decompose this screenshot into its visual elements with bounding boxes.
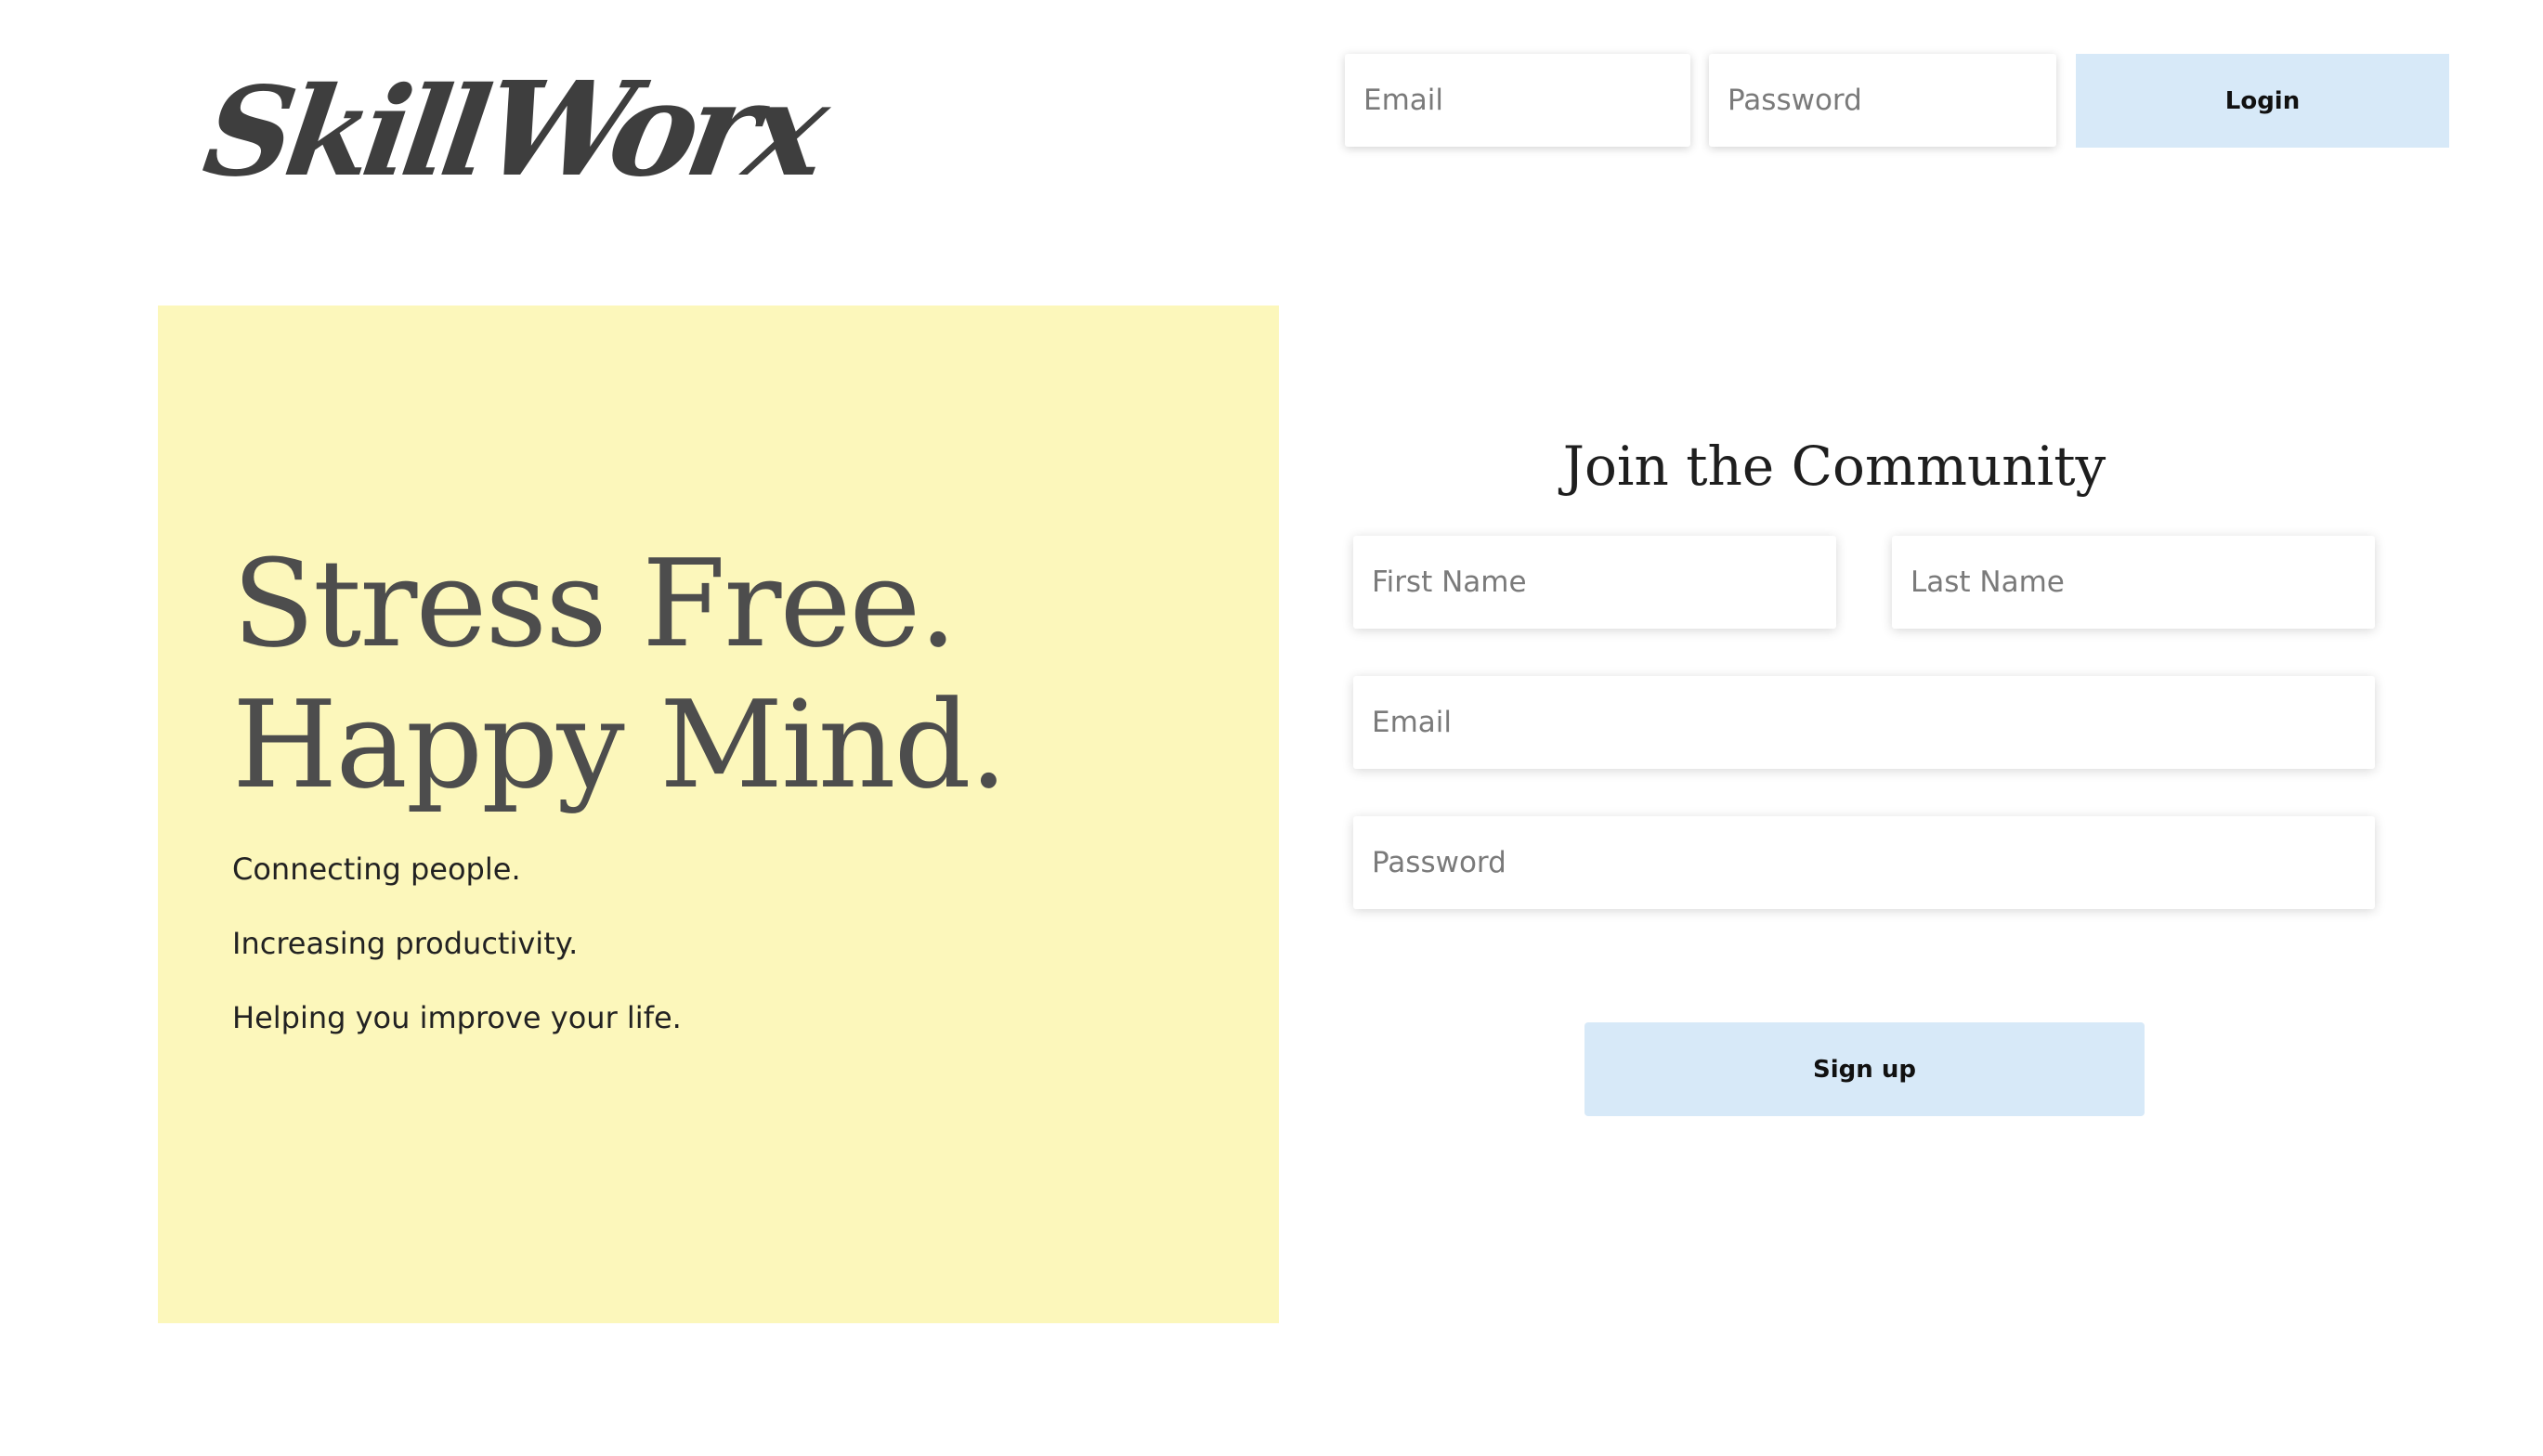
hero-tagline-3: Helping you improve your life. — [232, 1000, 682, 1035]
hero-tagline-2: Increasing productivity. — [232, 926, 579, 961]
signup-heading: Join the Community — [1562, 435, 2106, 498]
first-name-field[interactable] — [1353, 536, 1836, 629]
sign-up-button[interactable]: Sign up — [1584, 1022, 2145, 1116]
hero-title-line-1: Stress Free. — [232, 533, 958, 674]
signup-email-field[interactable] — [1353, 676, 2375, 769]
last-name-field[interactable] — [1892, 536, 2375, 629]
login-button[interactable]: Login — [2076, 54, 2449, 148]
skillworx-logo[interactable]: SkillWorx — [196, 54, 830, 206]
hero-title: Stress Free. Happy Mind. — [232, 533, 1008, 815]
hero-title-line-2: Happy Mind. — [232, 674, 1008, 815]
hero-panel: Stress Free. Happy Mind. Connecting peopl… — [158, 306, 1279, 1323]
login-password-input[interactable] — [1709, 54, 2056, 147]
logo-text-part2: Worx — [472, 54, 831, 206]
signup-password-field[interactable] — [1353, 816, 2375, 909]
hero-tagline-1: Connecting people. — [232, 852, 521, 887]
logo-text-part1: Skill — [196, 60, 493, 204]
login-email-input[interactable] — [1345, 54, 1690, 147]
